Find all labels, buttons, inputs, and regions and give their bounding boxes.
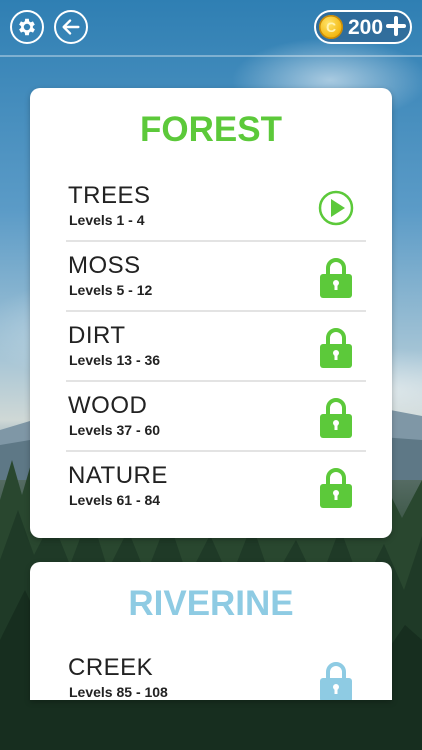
level-pack-name: NATURE: [68, 462, 168, 489]
settings-button[interactable]: [10, 10, 44, 44]
row-divider: [66, 310, 366, 312]
level-pack-name: CREEK: [68, 654, 154, 681]
riverine-section-card: RIVERINE CREEK Levels 85 - 108: [30, 562, 392, 700]
back-button[interactable]: [54, 10, 88, 44]
lock-icon: [320, 398, 352, 438]
level-pack-name: WOOD: [68, 392, 148, 419]
level-range: Levels 13 - 36: [69, 352, 161, 368]
forest-section-card: FOREST TREES Levels 1 - 4 MOSS Levels 5 …: [30, 88, 392, 538]
level-range: Levels 1 - 4: [69, 212, 145, 228]
coin-balance[interactable]: C 200: [314, 10, 412, 44]
add-coins-icon[interactable]: [386, 16, 406, 36]
lock-icon: [320, 662, 352, 700]
coin-count: 200: [348, 16, 384, 39]
play-icon[interactable]: [318, 190, 354, 226]
row-divider: [66, 450, 366, 452]
level-pack-name: MOSS: [68, 252, 141, 279]
level-pack-name: TREES: [68, 182, 151, 209]
section-title: RIVERINE: [128, 584, 294, 623]
level-pack-row[interactable]: NATURE Levels 61 - 84: [66, 462, 366, 532]
coin-icon: C: [319, 15, 343, 39]
lock-icon: [320, 258, 352, 298]
level-range: Levels 61 - 84: [69, 492, 161, 508]
section-title: FOREST: [140, 110, 282, 149]
top-bar-divider: [0, 55, 422, 57]
level-range: Levels 5 - 12: [69, 282, 153, 298]
row-divider: [66, 240, 366, 242]
arrow-left-icon: [62, 19, 80, 35]
level-range: Levels 85 - 108: [69, 684, 168, 700]
lock-icon: [320, 468, 352, 508]
level-pack-row[interactable]: CREEK Levels 85 - 108: [66, 654, 366, 700]
gear-icon: [19, 18, 35, 36]
top-bar: C 200: [0, 0, 422, 56]
level-range: Levels 37 - 60: [69, 422, 161, 438]
row-divider: [66, 380, 366, 382]
lock-icon: [320, 328, 352, 368]
level-pack-name: DIRT: [68, 322, 126, 349]
